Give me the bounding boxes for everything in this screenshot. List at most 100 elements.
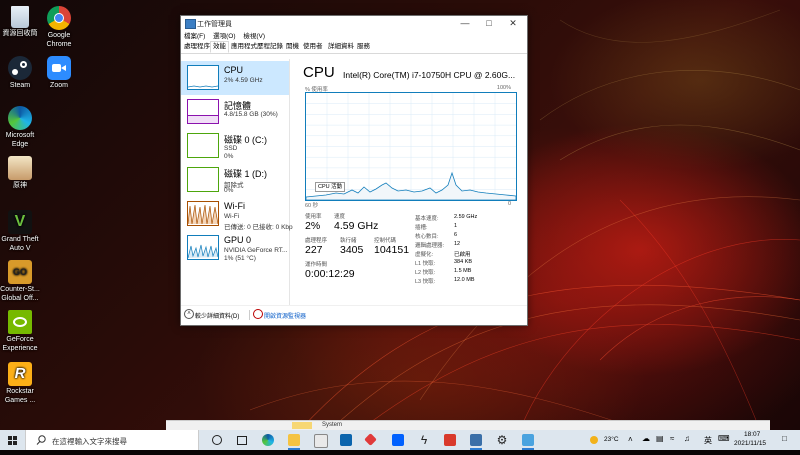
cpu-thumbnail-graph bbox=[187, 65, 219, 90]
folder-icon bbox=[292, 422, 312, 429]
desktop-icon-recycle-bin[interactable]: 資源回收筒 bbox=[0, 6, 40, 39]
weather-icon[interactable] bbox=[588, 430, 598, 450]
detail-label: 邏輯處理器: bbox=[415, 243, 445, 249]
taskbar-remote-desktop-icon[interactable] bbox=[522, 434, 534, 450]
menu-options[interactable]: 選項(O) bbox=[213, 33, 235, 40]
menu-bar: 檔案(F) 選項(O) 檢視(V) bbox=[181, 31, 527, 42]
chevron-up-icon[interactable]: ˄ bbox=[184, 309, 194, 319]
taskbar-mail-icon[interactable] bbox=[340, 434, 352, 446]
sidebar-sub: 4.8/15.8 GB (30%) bbox=[224, 111, 278, 118]
desktop-icon-label: Counter-St... Global Off... bbox=[0, 286, 40, 302]
cpu-heading: CPU bbox=[303, 64, 335, 81]
speed-label: 速度 bbox=[334, 214, 346, 220]
taskbar-app-red-icon[interactable] bbox=[444, 434, 456, 446]
tab-users[interactable]: 使用者 bbox=[301, 42, 325, 52]
gpu-thumbnail-graph bbox=[187, 235, 219, 260]
taskbar-edge-icon[interactable] bbox=[262, 434, 274, 446]
task-manager-window[interactable]: 工作管理員 — □ ✕ 檔案(F) 選項(O) 檢視(V) 處理程序 效能 應用… bbox=[180, 15, 528, 326]
handles-value: 104151 bbox=[374, 244, 410, 256]
menu-view[interactable]: 檢視(V) bbox=[243, 33, 265, 40]
detail-label: 核心數目: bbox=[415, 234, 439, 240]
desktop-icon-steam[interactable]: Steam bbox=[0, 56, 40, 91]
taskbar-dropbox-icon[interactable] bbox=[392, 434, 404, 446]
sidebar-sub: 已傳送: 0 已接收: 0 Kbp bbox=[224, 224, 293, 231]
windows-logo-icon bbox=[8, 436, 17, 445]
detail-value: 2.59 GHz bbox=[454, 214, 478, 220]
tab-startup[interactable]: 開機 bbox=[284, 42, 301, 52]
weather-temperature[interactable]: 23°C bbox=[604, 436, 619, 443]
start-button[interactable] bbox=[0, 430, 25, 450]
menu-file[interactable]: 檔案(F) bbox=[184, 33, 205, 40]
tab-services[interactable]: 服務 bbox=[355, 42, 372, 52]
desktop-icon-label: Steam bbox=[9, 82, 31, 89]
tab-details[interactable]: 詳細資料 bbox=[326, 42, 356, 52]
footer-divider bbox=[249, 310, 250, 320]
sidebar-item-gpu[interactable]: GPU 0 NVIDIA GeForce RT... 1% (51 °C) bbox=[181, 231, 289, 265]
taskbar-lightning-icon[interactable]: ϟ bbox=[418, 434, 430, 446]
resource-sidebar: CPU 2% 4.59 GHz 記憶體 4.8/15.8 GB (30%) 磁碟… bbox=[181, 59, 293, 305]
open-resource-monitor-link[interactable]: 開啟資源監視器 bbox=[264, 311, 306, 320]
steam-icon bbox=[8, 56, 32, 80]
keyboard-icon[interactable]: ⌨ bbox=[718, 434, 730, 443]
desktop-icon-label: Grand Theft Auto V bbox=[1, 236, 39, 252]
tab-app-history[interactable]: 應用程式歷程記錄 bbox=[229, 42, 285, 52]
sidebar-item-cpu[interactable]: CPU 2% 4.59 GHz bbox=[181, 61, 289, 95]
minimize-button[interactable]: — bbox=[453, 16, 477, 31]
desktop-icon-csgo[interactable]: GO Counter-St... Global Off... bbox=[0, 260, 40, 303]
cortana-button[interactable] bbox=[208, 430, 226, 450]
detail-label: L1 快取: bbox=[415, 261, 436, 267]
network-icon[interactable]: ▤ bbox=[656, 434, 664, 443]
fewer-details-link[interactable]: 較少詳細資料(D) bbox=[195, 311, 239, 320]
edge-icon bbox=[8, 106, 32, 130]
cpu-detail-panel: CPU Intel(R) Core(TM) i7-10750H CPU @ 2.… bbox=[297, 54, 523, 308]
cpu-model-name: Intel(R) Core(TM) i7-10750H CPU @ 2.60G.… bbox=[343, 70, 516, 80]
ime-indicator[interactable]: 英 bbox=[704, 435, 712, 446]
desktop-icon-rockstar[interactable]: R Rockstar Games ... bbox=[0, 362, 40, 405]
tab-processes[interactable]: 處理程序 bbox=[182, 42, 212, 52]
desktop-icon-genshin[interactable]: 原神 bbox=[0, 156, 40, 191]
detail-label: 插槽: bbox=[415, 225, 428, 231]
maximize-button[interactable]: □ bbox=[477, 16, 501, 31]
sidebar-item-wifi[interactable]: Wi-Fi Wi-Fi 已傳送: 0 已接收: 0 Kbp bbox=[181, 197, 293, 231]
volume-icon[interactable]: ♫ bbox=[684, 434, 690, 443]
threads-label: 執行緒 bbox=[340, 238, 357, 244]
taskbar-file-explorer-icon[interactable] bbox=[288, 434, 300, 450]
close-button[interactable]: ✕ bbox=[501, 16, 525, 31]
desktop-icon-gta-v[interactable]: V Grand Theft Auto V bbox=[0, 210, 40, 253]
search-input[interactable]: 在這裡輸入文字來搜尋 bbox=[25, 430, 199, 450]
clock-time[interactable]: 18:07 bbox=[744, 431, 760, 438]
title-bar[interactable]: 工作管理員 — □ ✕ bbox=[181, 16, 527, 31]
desktop-icon-label: Rockstar Games ... bbox=[4, 388, 36, 404]
resource-monitor-icon[interactable] bbox=[253, 309, 263, 319]
processes-value: 227 bbox=[305, 244, 323, 256]
graph-time-label: 60 秒 bbox=[305, 203, 319, 209]
uptime-value: 0:00:12:29 bbox=[305, 268, 355, 280]
sidebar-item-disk-0[interactable]: 磁碟 0 (C:) SSD 0% bbox=[181, 129, 289, 163]
desktop-icon-geforce-experience[interactable]: GeForce Experience bbox=[0, 310, 40, 353]
desktop-icon-zoom[interactable]: Zoom bbox=[39, 56, 79, 91]
desktop-icon-chrome[interactable]: Google Chrome bbox=[39, 6, 79, 49]
graph-time-end-label: 0 bbox=[507, 201, 511, 207]
search-icon bbox=[36, 435, 46, 445]
sidebar-item-memory[interactable]: 記憶體 4.8/15.8 GB (30%) bbox=[181, 95, 289, 129]
wifi-icon[interactable]: ≈ bbox=[670, 434, 674, 443]
desktop-icon-label: 原神 bbox=[13, 182, 27, 189]
graph-tooltip: CPU 活動 bbox=[315, 182, 346, 192]
taskbar-app-diamond-icon[interactable] bbox=[364, 433, 377, 446]
clock-date[interactable]: 2021/11/15 bbox=[734, 440, 766, 447]
task-view-button[interactable] bbox=[232, 430, 250, 450]
csgo-icon: GO bbox=[8, 260, 32, 284]
uptime-label: 運作時間 bbox=[305, 262, 328, 268]
window-footer: ˄ 較少詳細資料(D) 開啟資源監視器 bbox=[181, 305, 527, 325]
desktop-icon-edge[interactable]: Microsoft Edge bbox=[0, 106, 40, 149]
detail-value: 1 bbox=[454, 223, 458, 229]
tab-performance[interactable]: 效能 bbox=[210, 41, 229, 53]
taskbar-settings-gear-icon[interactable]: ⚙ bbox=[496, 434, 508, 446]
notification-icon[interactable]: □ bbox=[782, 434, 787, 443]
onedrive-cloud-icon[interactable]: ☁ bbox=[642, 434, 650, 443]
taskbar-store-icon[interactable] bbox=[314, 434, 328, 448]
sidebar-item-disk-1[interactable]: 磁碟 1 (D:) 卸除式 0% bbox=[181, 163, 289, 197]
performance-panel: CPU 2% 4.59 GHz 記憶體 4.8/15.8 GB (30%) 磁碟… bbox=[181, 54, 527, 308]
taskbar-task-manager-icon[interactable] bbox=[470, 434, 482, 450]
show-hidden-icons-chevron-icon[interactable]: ˄ bbox=[628, 435, 633, 444]
